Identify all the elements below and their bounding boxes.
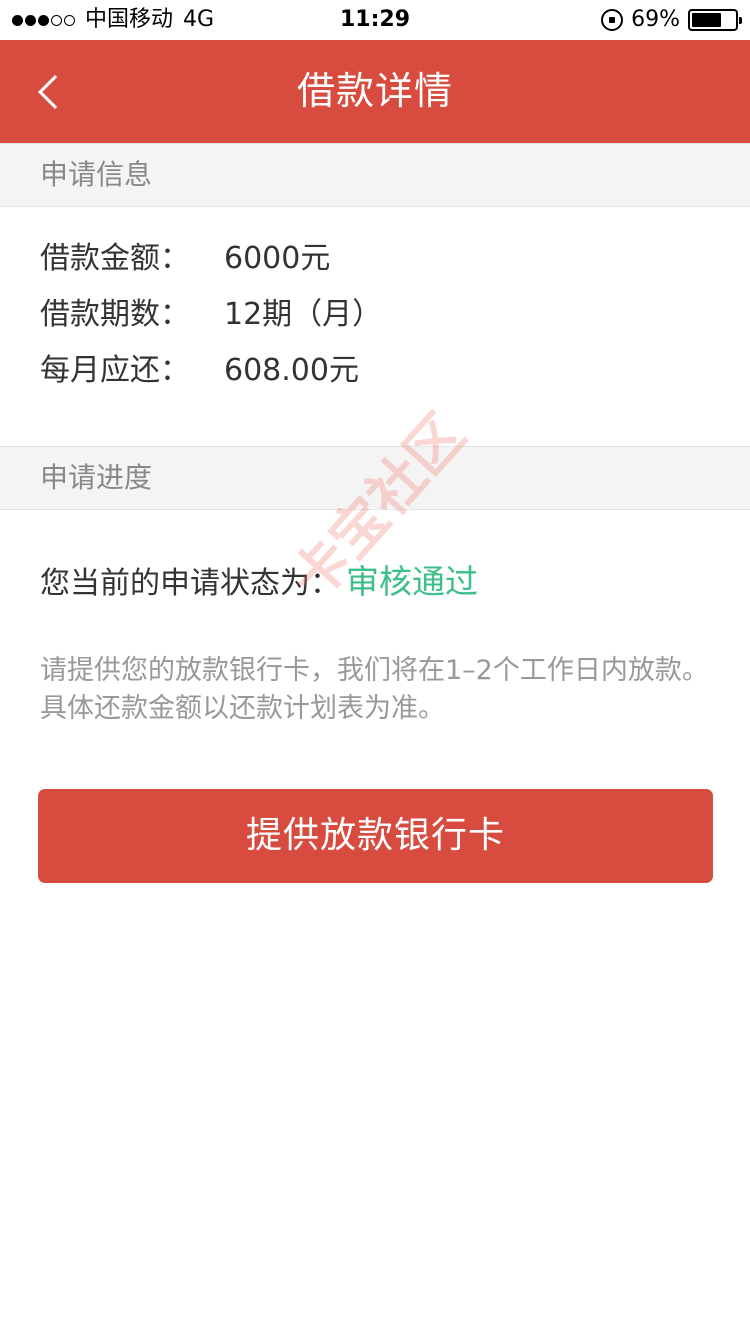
info-row-loan-term: 借款期数： 12期（月） [40, 295, 382, 335]
info-value: 608.00元 [224, 353, 359, 388]
page-title: 借款详情 [296, 69, 453, 113]
battery-level-fill [692, 13, 721, 27]
info-label: 借款金额： [40, 241, 190, 276]
battery-icon [688, 9, 742, 31]
disbursement-notice: 请提供您的放款银行卡，我们将在1–2个工作日内放款。具体还款金额以还款计划表为准… [40, 655, 709, 724]
info-value: 6000元 [224, 241, 331, 276]
battery-percent: 69% [631, 7, 680, 32]
status-right: 69% [601, 6, 742, 34]
application-status: 您当前的申请状态为： 审核通过 [40, 561, 478, 605]
status-value: 审核通过 [346, 562, 478, 601]
section-header-application-info: 申请信息 [0, 143, 750, 207]
section-header-application-progress: 申请进度 [0, 446, 750, 510]
info-label: 借款期数： [40, 297, 190, 332]
status-bar: 中国移动 4G 11:29 69% [0, 0, 750, 40]
orientation-lock-icon [601, 9, 624, 31]
info-row-monthly-payment: 每月应还： 608.00元 [40, 351, 359, 391]
nav-bar: 借款详情 [0, 40, 750, 143]
info-row-loan-amount: 借款金额： 6000元 [40, 239, 330, 279]
status-label: 您当前的申请状态为： [40, 566, 340, 601]
info-label: 每月应还： [40, 353, 190, 388]
info-value: 12期（月） [224, 297, 383, 332]
provide-bank-card-button[interactable]: 提供放款银行卡 [38, 789, 713, 883]
